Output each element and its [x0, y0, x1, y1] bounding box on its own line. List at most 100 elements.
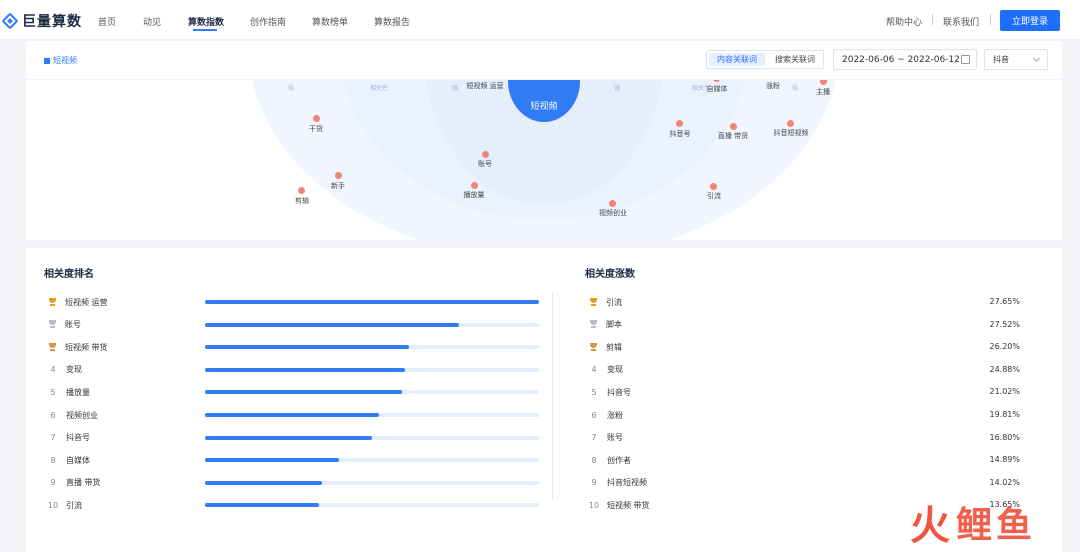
- tab-search-related[interactable]: 搜索关联词: [767, 51, 823, 68]
- rank-number: 9: [50, 478, 56, 488]
- logo-icon: [1, 12, 19, 30]
- ranking-card: 相关度排名 相关度涨数 短视频 运营 账号 短视频 带货 4 变现 5 播放量 6 视频创业 7 抖…: [26, 248, 1062, 552]
- ranking-row[interactable]: 短视频 运营: [46, 296, 546, 308]
- date-range-picker[interactable]: 2022-06-06 ~ 2022-06-12: [833, 49, 977, 70]
- growth-row[interactable]: 6 涨粉: [587, 409, 1027, 421]
- growth-percent: 19.81%: [989, 410, 1020, 419]
- graph-node[interactable]: [730, 123, 737, 130]
- channel-icon: [44, 57, 50, 64]
- growth-percent: 26.20%: [989, 342, 1020, 352]
- relevance-bar-track: [205, 413, 539, 417]
- growth-percent: 16.80%: [989, 432, 1020, 442]
- graph-node-label[interactable]: 抖音号: [670, 129, 691, 139]
- relevance-bar-track: [205, 503, 539, 508]
- nav-board[interactable]: 算数榜单: [312, 15, 348, 28]
- graph-node-label[interactable]: 短视频 运营: [466, 81, 503, 91]
- center-node-label: 短视频: [530, 101, 558, 112]
- graph-node-label[interactable]: 涨粉: [766, 81, 780, 91]
- ranking-row[interactable]: 短视频 带货: [46, 341, 546, 353]
- graph-node[interactable]: [471, 182, 478, 189]
- graph-node[interactable]: [482, 151, 489, 158]
- relevance-bar: [205, 345, 409, 350]
- growth-percent: 21.02%: [989, 387, 1020, 397]
- rank-number: 6: [591, 410, 597, 420]
- growth-row[interactable]: 9 抖音短视频: [587, 477, 1027, 489]
- growth-row[interactable]: 脚本: [587, 319, 1027, 331]
- nav-dongjian[interactable]: 动见: [143, 15, 161, 28]
- growth-label: 短视频 带货: [607, 500, 650, 510]
- growth-row[interactable]: 引流: [587, 296, 1027, 308]
- channel-tag[interactable]: 短视频: [44, 55, 77, 66]
- ranking-row[interactable]: 7 抖音号: [46, 432, 546, 444]
- growth-percent: 27.65%: [989, 297, 1020, 306]
- help-center-link[interactable]: 帮助中心: [886, 15, 922, 28]
- rank-number: 5: [50, 387, 56, 397]
- graph-node-label[interactable]: 剪辑: [295, 196, 309, 206]
- graph-node-label[interactable]: 抖音短视频: [774, 128, 809, 138]
- relevance-bar-track: [205, 300, 539, 304]
- nav-home[interactable]: 首页: [98, 15, 116, 28]
- date-range-value: 2022-06-06 ~ 2022-06-12: [842, 54, 960, 65]
- graph-node-label[interactable]: 直播 带货: [718, 131, 748, 141]
- nav-guide[interactable]: 创作指南: [250, 15, 286, 28]
- growth-label: 涨粉: [607, 410, 623, 420]
- graph-node-label[interactable]: 账号: [478, 159, 492, 169]
- graph-node[interactable]: [313, 115, 320, 122]
- trophy-icon: [589, 320, 598, 329]
- growth-label: 抖音号: [607, 387, 631, 397]
- channel-label: 短视频: [53, 56, 77, 65]
- trophy-icon: [48, 342, 57, 352]
- graph-node[interactable]: [710, 183, 717, 190]
- ranking-row[interactable]: 6 视频创业: [46, 409, 546, 421]
- graph-node-label[interactable]: 视频创业: [599, 208, 627, 218]
- growth-row[interactable]: 剪辑: [587, 341, 1027, 353]
- axis-label-strong: 强: [614, 85, 621, 92]
- graph-node[interactable]: [335, 172, 342, 179]
- growth-percent: 14.89%: [989, 455, 1020, 465]
- growth-row[interactable]: 8 创作者: [587, 454, 1027, 466]
- login-button[interactable]: 立即登录: [1000, 10, 1060, 31]
- relevance-bar: [205, 503, 319, 508]
- nav-index[interactable]: 算数指数: [188, 15, 224, 28]
- relevance-bar: [205, 435, 372, 440]
- rank-number: 9: [591, 478, 597, 488]
- ranking-row[interactable]: 8 自媒体: [46, 454, 546, 466]
- trophy-icon: [589, 342, 598, 352]
- graph-node[interactable]: [609, 200, 616, 207]
- ranking-label: 自媒体: [66, 455, 90, 465]
- growth-label: 抖音短视频: [607, 478, 647, 488]
- tab-content-related[interactable]: 内容关联词: [709, 53, 765, 66]
- graph-node-label[interactable]: 播放量: [464, 190, 485, 200]
- growth-row[interactable]: 5 抖音号: [587, 386, 1027, 398]
- ranking-row[interactable]: 9 直播 带货: [46, 477, 546, 489]
- ranking-row[interactable]: 账号: [46, 319, 546, 331]
- platform-select[interactable]: 抖音: [984, 49, 1048, 70]
- growth-row[interactable]: 7 账号: [587, 432, 1027, 444]
- card-divider: [552, 292, 553, 500]
- graph-node[interactable]: [676, 120, 683, 127]
- nav-active-underline: [193, 29, 217, 31]
- relevance-bar-track: [205, 367, 539, 372]
- growth-row[interactable]: 4 变现: [587, 364, 1027, 376]
- graph-node-label[interactable]: 主播: [816, 87, 830, 97]
- graph-node-label[interactable]: 引流: [707, 191, 721, 201]
- graph-node[interactable]: [787, 120, 794, 127]
- brand-logo[interactable]: 巨量算数: [1, 11, 82, 31]
- rank-number: 10: [47, 500, 59, 510]
- ranking-row[interactable]: 10 引流: [46, 499, 546, 511]
- rank-number: 7: [50, 433, 56, 443]
- graph-node-label[interactable]: 自媒体: [707, 84, 728, 94]
- ranking-label: 抖音号: [66, 433, 90, 443]
- nav-report[interactable]: 算数报告: [374, 15, 410, 28]
- ranking-row[interactable]: 4 变现: [46, 364, 546, 376]
- ranking-row[interactable]: 5 播放量: [46, 386, 546, 398]
- rank-number: 7: [591, 433, 597, 443]
- graph-node[interactable]: [298, 187, 305, 194]
- rank-number: 5: [591, 387, 597, 397]
- relevance-bar-track: [205, 458, 539, 463]
- graph-node-label[interactable]: 干货: [309, 124, 323, 134]
- growth-percent: 14.02%: [989, 477, 1020, 487]
- contact-link[interactable]: 联系我们: [943, 15, 979, 28]
- axis-label-weak: 弱: [288, 85, 295, 92]
- graph-node-label[interactable]: 新手: [331, 181, 345, 191]
